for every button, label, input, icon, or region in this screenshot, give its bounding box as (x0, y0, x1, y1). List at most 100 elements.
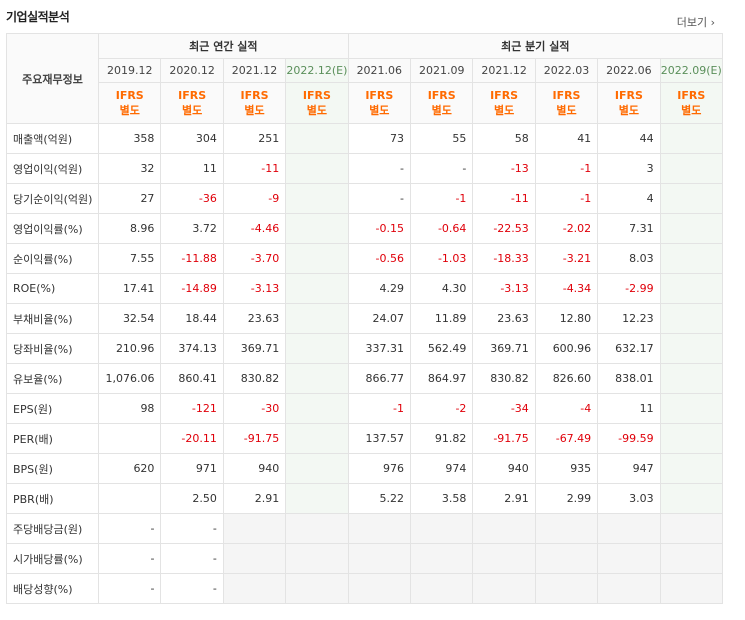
table-cell: - (98, 513, 162, 544)
period-header: 2022.12(E) (285, 58, 349, 83)
table-cell (410, 543, 474, 574)
table-cell: 8.96 (98, 213, 162, 244)
table-cell (347, 543, 412, 574)
table-row: 당좌비율(%) 210.96 374.13 369.71 337.31 562.49 369… (5, 333, 724, 364)
row-label: 시가배당률(%) (5, 543, 100, 574)
row-label: ROE(%) (5, 273, 100, 304)
table-cell: -67.49 (534, 423, 599, 454)
table-cell (98, 483, 162, 514)
table-row: 매출액(억원) 358 304 251 73 55 58 41 44 (5, 123, 724, 154)
table-cell: 98 (98, 393, 162, 424)
standalone-label: 별도 (306, 104, 328, 117)
table-cell (534, 573, 599, 604)
table-cell: -3.21 (534, 243, 599, 274)
standalone-label: 별도 (182, 104, 203, 117)
ifrs-label: IFRS (677, 89, 706, 102)
table-cell: 562.49 (410, 333, 474, 364)
ifrs-label: IFRS (614, 89, 643, 102)
table-cell: 838.01 (597, 363, 661, 394)
table-cell (285, 183, 349, 214)
table-row: EPS(원) 98 -121 -30 -1 -2 -34 -4 11 (5, 393, 724, 424)
table-cell: -13 (472, 153, 536, 184)
period-header: 2021.06 (347, 58, 412, 83)
table-row: BPS(원) 620 971 940 976 974 940 935 947 (5, 453, 724, 484)
table-cell: 3 (597, 153, 661, 184)
ifrs-label: IFRS (552, 89, 581, 102)
table-cell (222, 573, 287, 604)
table-cell (285, 393, 349, 424)
table-cell (285, 243, 349, 274)
table-cell (285, 213, 349, 244)
table-cell (285, 363, 349, 394)
period-header: 2022.06 (597, 58, 661, 83)
table-cell: -30 (222, 393, 287, 424)
table-cell: -1 (347, 393, 412, 424)
ifrs-header: IFRS 별도 (347, 82, 412, 124)
table-cell: 304 (160, 123, 224, 154)
table-cell: -1 (534, 183, 599, 214)
table-cell: -4 (534, 393, 599, 424)
table-cell: -3.13 (222, 273, 287, 304)
period-header: 2021.12 (472, 58, 536, 83)
table-cell: -0.64 (410, 213, 474, 244)
table-cell: - (160, 573, 224, 604)
table-cell: 12.80 (534, 303, 599, 334)
ifrs-header: IFRS 별도 (472, 82, 536, 124)
table-cell: - (98, 543, 162, 574)
ifrs-label: IFRS (115, 89, 144, 102)
table-cell: 2.99 (534, 483, 599, 514)
table-cell: -3.13 (472, 273, 536, 304)
table-cell: -0.15 (347, 213, 412, 244)
table-cell: 4 (597, 183, 661, 214)
table-cell (222, 543, 287, 574)
table-cell: -2.99 (597, 273, 661, 304)
table-cell (597, 543, 661, 574)
table-cell (285, 153, 349, 184)
table-cell: 971 (160, 453, 224, 484)
table-row: 당기순이익(억원) 27 -36 -9- -1 -11 -1 4 (5, 183, 724, 214)
table-cell (659, 423, 724, 454)
table-cell: 369.71 (472, 333, 536, 364)
more-link[interactable]: 더보기 › (677, 14, 715, 30)
table-cell: 12.23 (597, 303, 661, 334)
period-header: 2021.12 (222, 58, 287, 83)
row-label: 부채비율(%) (5, 303, 100, 334)
table-cell: -2.02 (534, 213, 599, 244)
ifrs-header: IFRS 별도 (160, 82, 224, 124)
table-cell (222, 513, 287, 544)
table-cell (659, 483, 724, 514)
table-cell (285, 123, 349, 154)
table-row: 순이익률(%) 7.55 -11.88 -3.70 -0.56 -1.03 -18.33 -3… (5, 243, 724, 274)
table-cell (472, 543, 536, 574)
table-row: PER(배) -20.11 -91.75 137.57 91.82 -91.75 -67.4… (5, 423, 724, 454)
table-row: 부채비율(%) 32.54 18.44 23.63 24.07 11.89 23.63 12.… (5, 303, 724, 334)
table-cell (659, 213, 724, 244)
ifrs-header: IFRS 별도 (222, 82, 287, 124)
table-cell: -34 (472, 393, 536, 424)
table-cell: 18.44 (160, 303, 224, 334)
ifrs-label: IFRS (302, 89, 331, 102)
standalone-label: 별도 (119, 104, 140, 117)
table-cell: 32 (98, 153, 162, 184)
row-label-header: 주요재무정보 (5, 33, 100, 124)
table-cell: 5.22 (347, 483, 412, 514)
table-cell (98, 423, 162, 454)
table-cell: 44 (597, 123, 661, 154)
table-cell: 8.03 (597, 243, 661, 274)
row-label: 영업이익률(%) (5, 213, 100, 244)
table-cell: 860.41 (160, 363, 224, 394)
table-cell: 337.31 (347, 333, 412, 364)
standalone-label: 별도 (618, 104, 639, 117)
row-label: EPS(원) (5, 393, 100, 424)
table-cell: 600.96 (534, 333, 599, 364)
standalone-label: 별도 (493, 104, 515, 117)
table-cell (659, 573, 724, 604)
table-cell: 3.72 (160, 213, 224, 244)
table-cell (285, 273, 349, 304)
table-cell: -4.34 (534, 273, 599, 304)
table-cell: 11.89 (410, 303, 474, 334)
table-row: 영업이익률(%) 8.96 3.72 -4.46 -0.15 -0.64 -22.53 -2.… (5, 213, 724, 244)
table-cell: 940 (472, 453, 536, 484)
table-cell: - (98, 573, 162, 604)
annual-group-header: 최근 연간 실적 (98, 33, 349, 59)
